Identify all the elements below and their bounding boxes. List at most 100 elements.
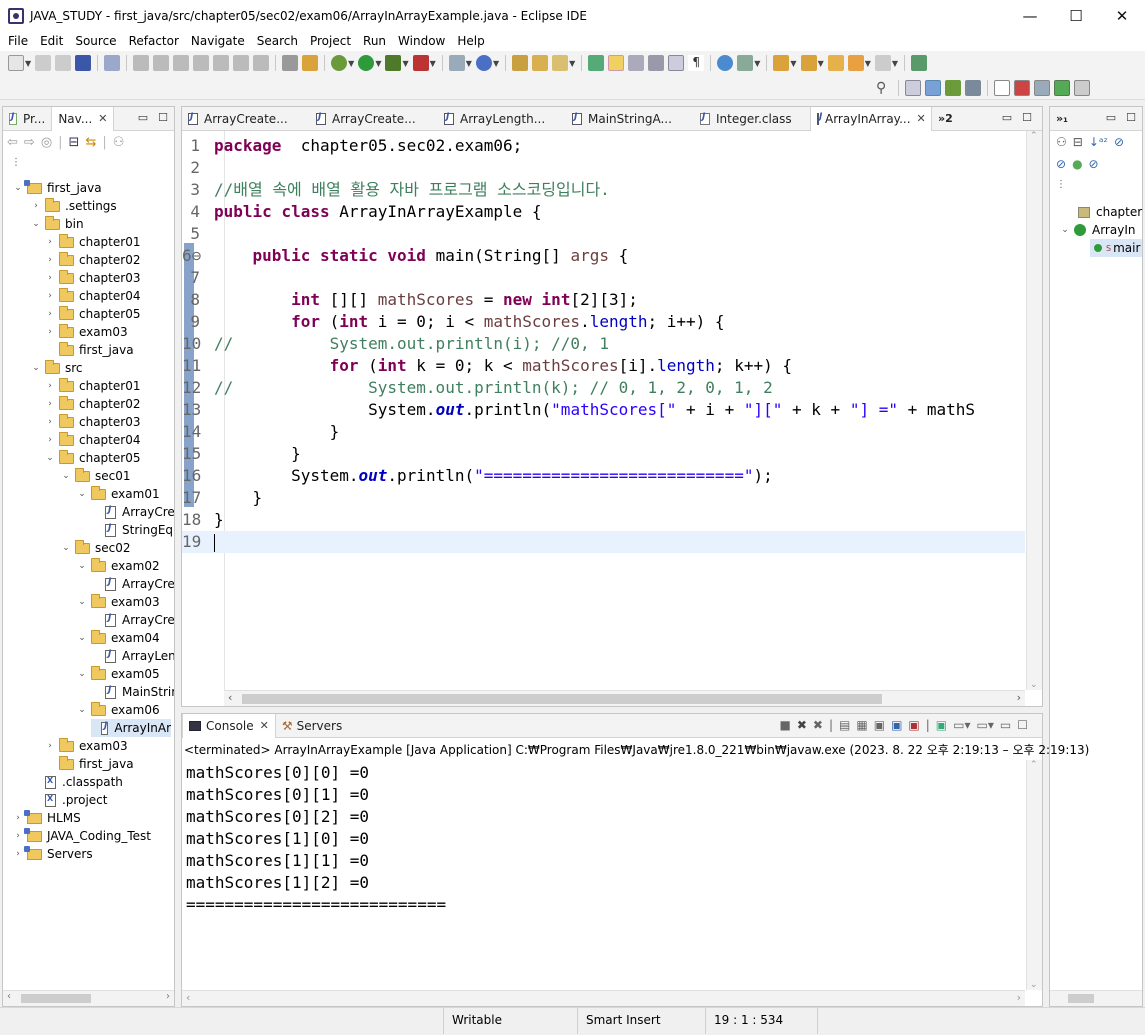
toggle-mark-occurrences-icon[interactable]: [588, 55, 605, 71]
tab-servers[interactable]: ⚒ Servers: [276, 714, 348, 738]
menu-source[interactable]: Source: [69, 31, 122, 51]
back-icon[interactable]: [847, 55, 864, 71]
tree-item[interactable]: ArrayCrea: [91, 575, 174, 593]
chevron-right-icon[interactable]: ›: [45, 399, 55, 409]
debug-icon[interactable]: [331, 55, 348, 71]
code-line[interactable]: 19: [182, 531, 1025, 553]
code-line[interactable]: 9 for (int i = 0; i < mathScores.length;…: [182, 311, 1025, 333]
navigator-hscroll[interactable]: ‹ ›: [3, 990, 174, 1006]
run-last-tool-icon[interactable]: [412, 55, 429, 71]
tree-item[interactable]: › JAVA_Coding_Test: [13, 827, 151, 845]
hide-local-types-icon[interactable]: ⊘: [1089, 157, 1099, 171]
tree-item[interactable]: ⌄ chapter05: [45, 449, 140, 467]
code-line[interactable]: 7: [182, 267, 1025, 289]
tree-item[interactable]: › chapter01: [45, 377, 140, 395]
terminate-icon[interactable]: [173, 55, 190, 71]
chevron-down-icon[interactable]: ▼: [818, 59, 824, 68]
word-wrap-icon[interactable]: ▣: [874, 718, 885, 732]
chevron-down-icon[interactable]: ⌄: [77, 669, 87, 679]
editor-tab[interactable]: ArrayCreate...: [310, 107, 438, 131]
outline-item-class[interactable]: ⌄ ArrayIn: [1060, 221, 1135, 239]
tree-item[interactable]: › chapter04: [45, 287, 140, 305]
pin-editor-icon[interactable]: [911, 55, 928, 71]
minimize-view-icon[interactable]: ▭: [1000, 718, 1011, 732]
collapse-all-icon[interactable]: ⊟: [1073, 135, 1083, 149]
scroll-up-icon[interactable]: ⌃: [1030, 760, 1038, 770]
sort-icon[interactable]: ↓ᵃᶻ: [1089, 135, 1108, 149]
tree-item[interactable]: › .settings: [31, 197, 117, 215]
chevron-right-icon[interactable]: ›: [13, 813, 23, 823]
prev-edit-icon[interactable]: [800, 55, 817, 71]
pin-console-icon[interactable]: ▣: [936, 718, 947, 732]
chevron-down-icon[interactable]: ⌄: [77, 597, 87, 607]
scroll-thumb[interactable]: [242, 694, 882, 704]
external-tools-icon[interactable]: [302, 55, 319, 71]
tree-item[interactable]: first_java: [45, 341, 134, 359]
console-output[interactable]: mathScores[0][0] =0 mathScores[0][1] =0 ma…: [186, 762, 446, 916]
menu-navigate[interactable]: Navigate: [185, 31, 251, 51]
chevron-down-icon[interactable]: ▼: [348, 59, 354, 68]
close-button[interactable]: ✕: [1099, 0, 1145, 31]
show-whitespace-icon[interactable]: ¶: [688, 55, 705, 71]
chevron-down-icon[interactable]: ▼: [754, 59, 760, 68]
maximize-view-icon[interactable]: ☐: [158, 111, 168, 124]
hide-fields-icon[interactable]: ⊘: [1114, 135, 1124, 149]
scroll-down-icon[interactable]: ⌄: [1030, 680, 1038, 690]
chevron-right-icon[interactable]: ›: [45, 309, 55, 319]
disconnect-icon[interactable]: [193, 55, 210, 71]
menu-help[interactable]: Help: [451, 31, 490, 51]
tree-item[interactable]: MainStrir: [91, 683, 174, 701]
chevron-down-icon[interactable]: ▼: [493, 59, 499, 68]
close-icon[interactable]: ✕: [260, 719, 269, 732]
browser-icon[interactable]: [717, 55, 734, 71]
chevron-down-icon[interactable]: ⌄: [31, 363, 41, 373]
chevron-right-icon[interactable]: ›: [13, 831, 23, 841]
tree-item[interactable]: ⌄ exam01: [77, 485, 160, 503]
tree-item[interactable]: ArrayCrea: [91, 611, 174, 629]
run-icon[interactable]: [358, 55, 375, 71]
scroll-right-icon[interactable]: ›: [166, 991, 170, 1002]
chevron-right-icon[interactable]: ›: [45, 435, 55, 445]
chevron-down-icon[interactable]: ▼: [790, 59, 796, 68]
console-icon[interactable]: [75, 55, 92, 71]
menu-file[interactable]: File: [2, 31, 34, 51]
tree-item[interactable]: ⌄ sec02: [61, 539, 131, 557]
suspend-icon[interactable]: [153, 55, 170, 71]
chevron-down-icon[interactable]: ⌄: [31, 219, 41, 229]
editor-tab[interactable]: ArrayLength...: [438, 107, 566, 131]
code-line[interactable]: 13 System.out.println("mathScores[" + i …: [182, 399, 1025, 421]
code-line[interactable]: 5: [182, 223, 1025, 245]
chevron-down-icon[interactable]: ⌄: [45, 453, 55, 463]
tree-item[interactable]: › exam03: [45, 323, 128, 341]
close-icon[interactable]: ✕: [917, 112, 926, 125]
package-view-icon[interactable]: [1054, 80, 1070, 96]
chevron-down-icon[interactable]: ⌄: [77, 561, 87, 571]
step-return-icon[interactable]: [253, 55, 270, 71]
back-icon[interactable]: ⇦: [7, 135, 18, 150]
clear-console-icon[interactable]: ▤: [839, 718, 850, 732]
problems-view-icon[interactable]: [1074, 80, 1090, 96]
chevron-right-icon[interactable]: ›: [45, 741, 55, 751]
restore-icon[interactable]: [994, 80, 1010, 96]
minimize-view-icon[interactable]: ▭: [1002, 111, 1012, 124]
tree-item[interactable]: ⌄ exam02: [77, 557, 160, 575]
minimize-view-icon[interactable]: ▭: [1106, 111, 1116, 124]
maximize-view-icon[interactable]: ☐: [1022, 111, 1032, 124]
search-tool-icon[interactable]: [552, 55, 569, 71]
show-stderr-icon[interactable]: ▣: [908, 718, 919, 732]
tree-item[interactable]: first_java: [45, 755, 134, 773]
editor-vscroll[interactable]: ⌃ ⌄: [1026, 131, 1042, 690]
tree-item[interactable]: › chapter02: [45, 251, 140, 269]
editor-tab[interactable]: MainStringA...: [566, 107, 694, 131]
chevron-down-icon[interactable]: ⌄: [77, 633, 87, 643]
chevron-right-icon[interactable]: ›: [45, 273, 55, 283]
minimize-view-icon[interactable]: ▭: [138, 111, 148, 124]
close-icon[interactable]: ✕: [98, 112, 107, 125]
scroll-lock-icon[interactable]: ▦: [856, 718, 867, 732]
editor-tab-active[interactable]: ArrayInArray... ✕: [810, 106, 932, 131]
chevron-down-icon[interactable]: ▼: [569, 59, 575, 68]
last-edit-icon[interactable]: [827, 55, 844, 71]
chevron-right-icon[interactable]: ›: [45, 237, 55, 247]
tree-item[interactable]: ⌄ exam05: [77, 665, 160, 683]
chevron-down-icon[interactable]: ▼: [402, 59, 408, 68]
